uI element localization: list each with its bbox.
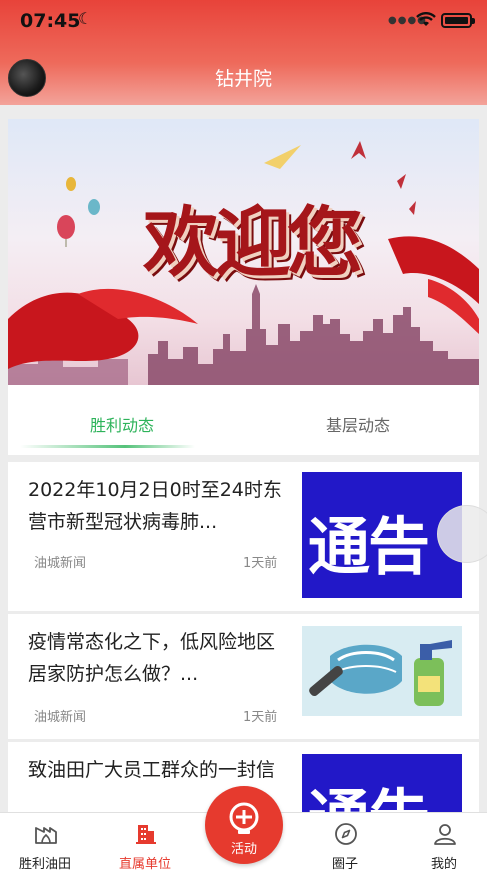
tab-grassroots-news[interactable]: 基层动态 xyxy=(326,412,390,436)
battery-icon xyxy=(441,13,475,28)
mask-spray-illustration xyxy=(302,626,462,716)
activity-label: 活动 xyxy=(230,842,257,857)
news-source: 油城新闻 xyxy=(34,556,87,571)
moon-icon: ☾ xyxy=(78,9,93,28)
building-icon xyxy=(136,825,156,844)
compass-icon xyxy=(335,823,357,845)
tab-shengli-news[interactable]: 胜利动态 xyxy=(90,412,154,436)
welcome-banner[interactable]: 欢迎您 xyxy=(8,119,479,385)
news-title: 致油田广大员工群众的一封信 xyxy=(28,759,276,781)
activity-icon xyxy=(229,802,259,834)
welcome-text: 欢迎您 xyxy=(143,198,363,287)
news-tabs: 胜利动态 基层动态 xyxy=(8,385,479,455)
tab-label: 圈子 xyxy=(331,857,358,872)
news-item[interactable]: 疫情常态化之下，低风险地区居家防护怎么做？... 油城新闻 1天前 xyxy=(8,614,479,739)
news-time: 1天前 xyxy=(243,710,278,725)
tab-label: 我的 xyxy=(430,857,457,872)
tab-direct-units[interactable]: 直属单位 xyxy=(105,813,185,877)
news-title: 疫情常态化之下，低风险地区居家防护怎么做？... xyxy=(28,631,276,685)
status-time: 07:45 xyxy=(20,10,81,32)
activity-button[interactable]: 活动 xyxy=(205,786,283,864)
tab-shengli-oilfield[interactable]: 胜利油田 xyxy=(5,813,85,877)
tab-circle[interactable]: 圈子 xyxy=(305,813,385,877)
tab-label: 胜利油田 xyxy=(18,857,71,872)
tab-label: 直属单位 xyxy=(118,857,171,872)
notice-thumb-text: 通告 xyxy=(308,510,430,583)
oilfield-icon xyxy=(35,827,57,844)
tab-mine[interactable]: 我的 xyxy=(404,813,484,877)
notice-thumb-text: 通告 xyxy=(308,768,430,812)
news-time: 1天前 xyxy=(243,556,278,571)
tab-indicator xyxy=(20,445,195,448)
news-title: 2022年10月2日0时至24时东营市新型冠状病毒肺... xyxy=(28,479,282,533)
user-icon xyxy=(434,824,456,845)
news-item[interactable]: 2022年10月2日0时至24时东营市新型冠状病毒肺... 油城新闻 1天前 通… xyxy=(8,462,479,611)
news-thumbnail: 通告 xyxy=(302,754,462,812)
app-header: 07:45 ☾ ●●●● 钻井院 xyxy=(0,0,487,105)
news-source: 油城新闻 xyxy=(34,710,87,725)
news-thumbnail xyxy=(302,626,462,716)
page-title: 钻井院 xyxy=(214,68,272,90)
wifi-icon xyxy=(416,12,436,26)
status-bar: 07:45 ☾ ●●●● xyxy=(0,0,487,44)
